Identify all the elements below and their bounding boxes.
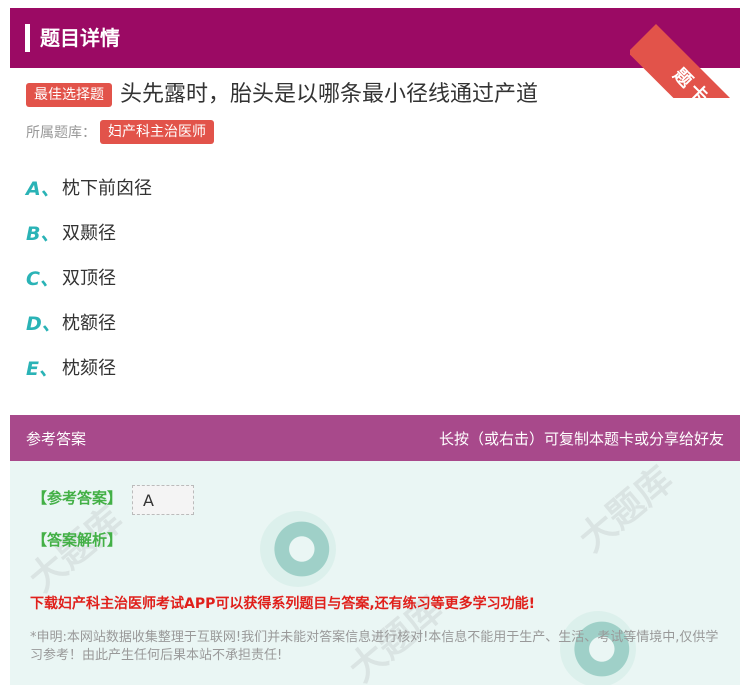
question-type-badge: 最佳选择题 (26, 83, 112, 107)
option-b[interactable]: B、 双颞径 (26, 217, 152, 247)
answer-body: 大题库 大题库 大题库 【参考答案】 A 【答案解析】 下载妇产科主治医师考试A… (10, 461, 740, 685)
option-e[interactable]: E、 枕颏径 (26, 352, 152, 382)
analysis-label: 【答案解析】 (32, 531, 123, 549)
option-letter: E、 (26, 357, 58, 380)
download-app-link[interactable]: 下载妇产科主治医师考试APP可以获得系列题目与答案,还有练习等更多学习功能! (30, 593, 535, 613)
question-row: 最佳选择题 头先露时，胎头是以哪条最小径线通过产道 (26, 80, 730, 110)
answer-header-title: 参考答案 (26, 429, 87, 448)
option-c[interactable]: C、 双顶径 (26, 262, 152, 292)
option-d[interactable]: D、 枕额径 (26, 307, 152, 337)
answer-value: A (132, 485, 194, 515)
header-accent-bar (25, 24, 30, 52)
option-letter: B、 (26, 222, 60, 245)
bank-tag[interactable]: 妇产科主治医师 (100, 120, 214, 144)
disclaimer-text: *申明:本网站数据收集整理于互联网!我们并未能对答案信息进行核对!本信息不能用于… (30, 630, 719, 663)
option-text: 枕颏径 (62, 358, 116, 379)
option-a[interactable]: A、 枕下前囟径 (26, 172, 152, 202)
watermark-logo-icon: 大题库 (571, 461, 681, 561)
answer-label: 【参考答案】 (32, 489, 123, 507)
option-text: 双颞径 (62, 223, 116, 244)
watermark-swirl-icon (260, 511, 336, 587)
share-hint: 长按（或右击）可复制本题卡或分享给好友 (438, 429, 724, 448)
bank-label: 所属题库： (26, 125, 96, 141)
page-header: 题目详情 题卡 (10, 8, 740, 98)
option-text: 枕额径 (62, 313, 116, 334)
option-letter: D、 (26, 312, 61, 335)
page-title: 题目详情 (40, 26, 120, 50)
options-list: A、 枕下前囟径 B、 双颞径 C、 双顶径 D、 枕额径 E、 枕颏径 (26, 172, 152, 397)
question-text: 头先露时，胎头是以哪条最小径线通过产道 (120, 82, 539, 107)
option-letter: A、 (26, 177, 60, 200)
answer-header: 参考答案 长按（或右击）可复制本题卡或分享给好友 (10, 415, 740, 461)
option-text: 枕下前囟径 (62, 178, 152, 199)
option-text: 双顶径 (62, 268, 116, 289)
option-letter: C、 (26, 267, 59, 290)
question-bank-row: 所属题库： 妇产科主治医师 (26, 120, 214, 144)
